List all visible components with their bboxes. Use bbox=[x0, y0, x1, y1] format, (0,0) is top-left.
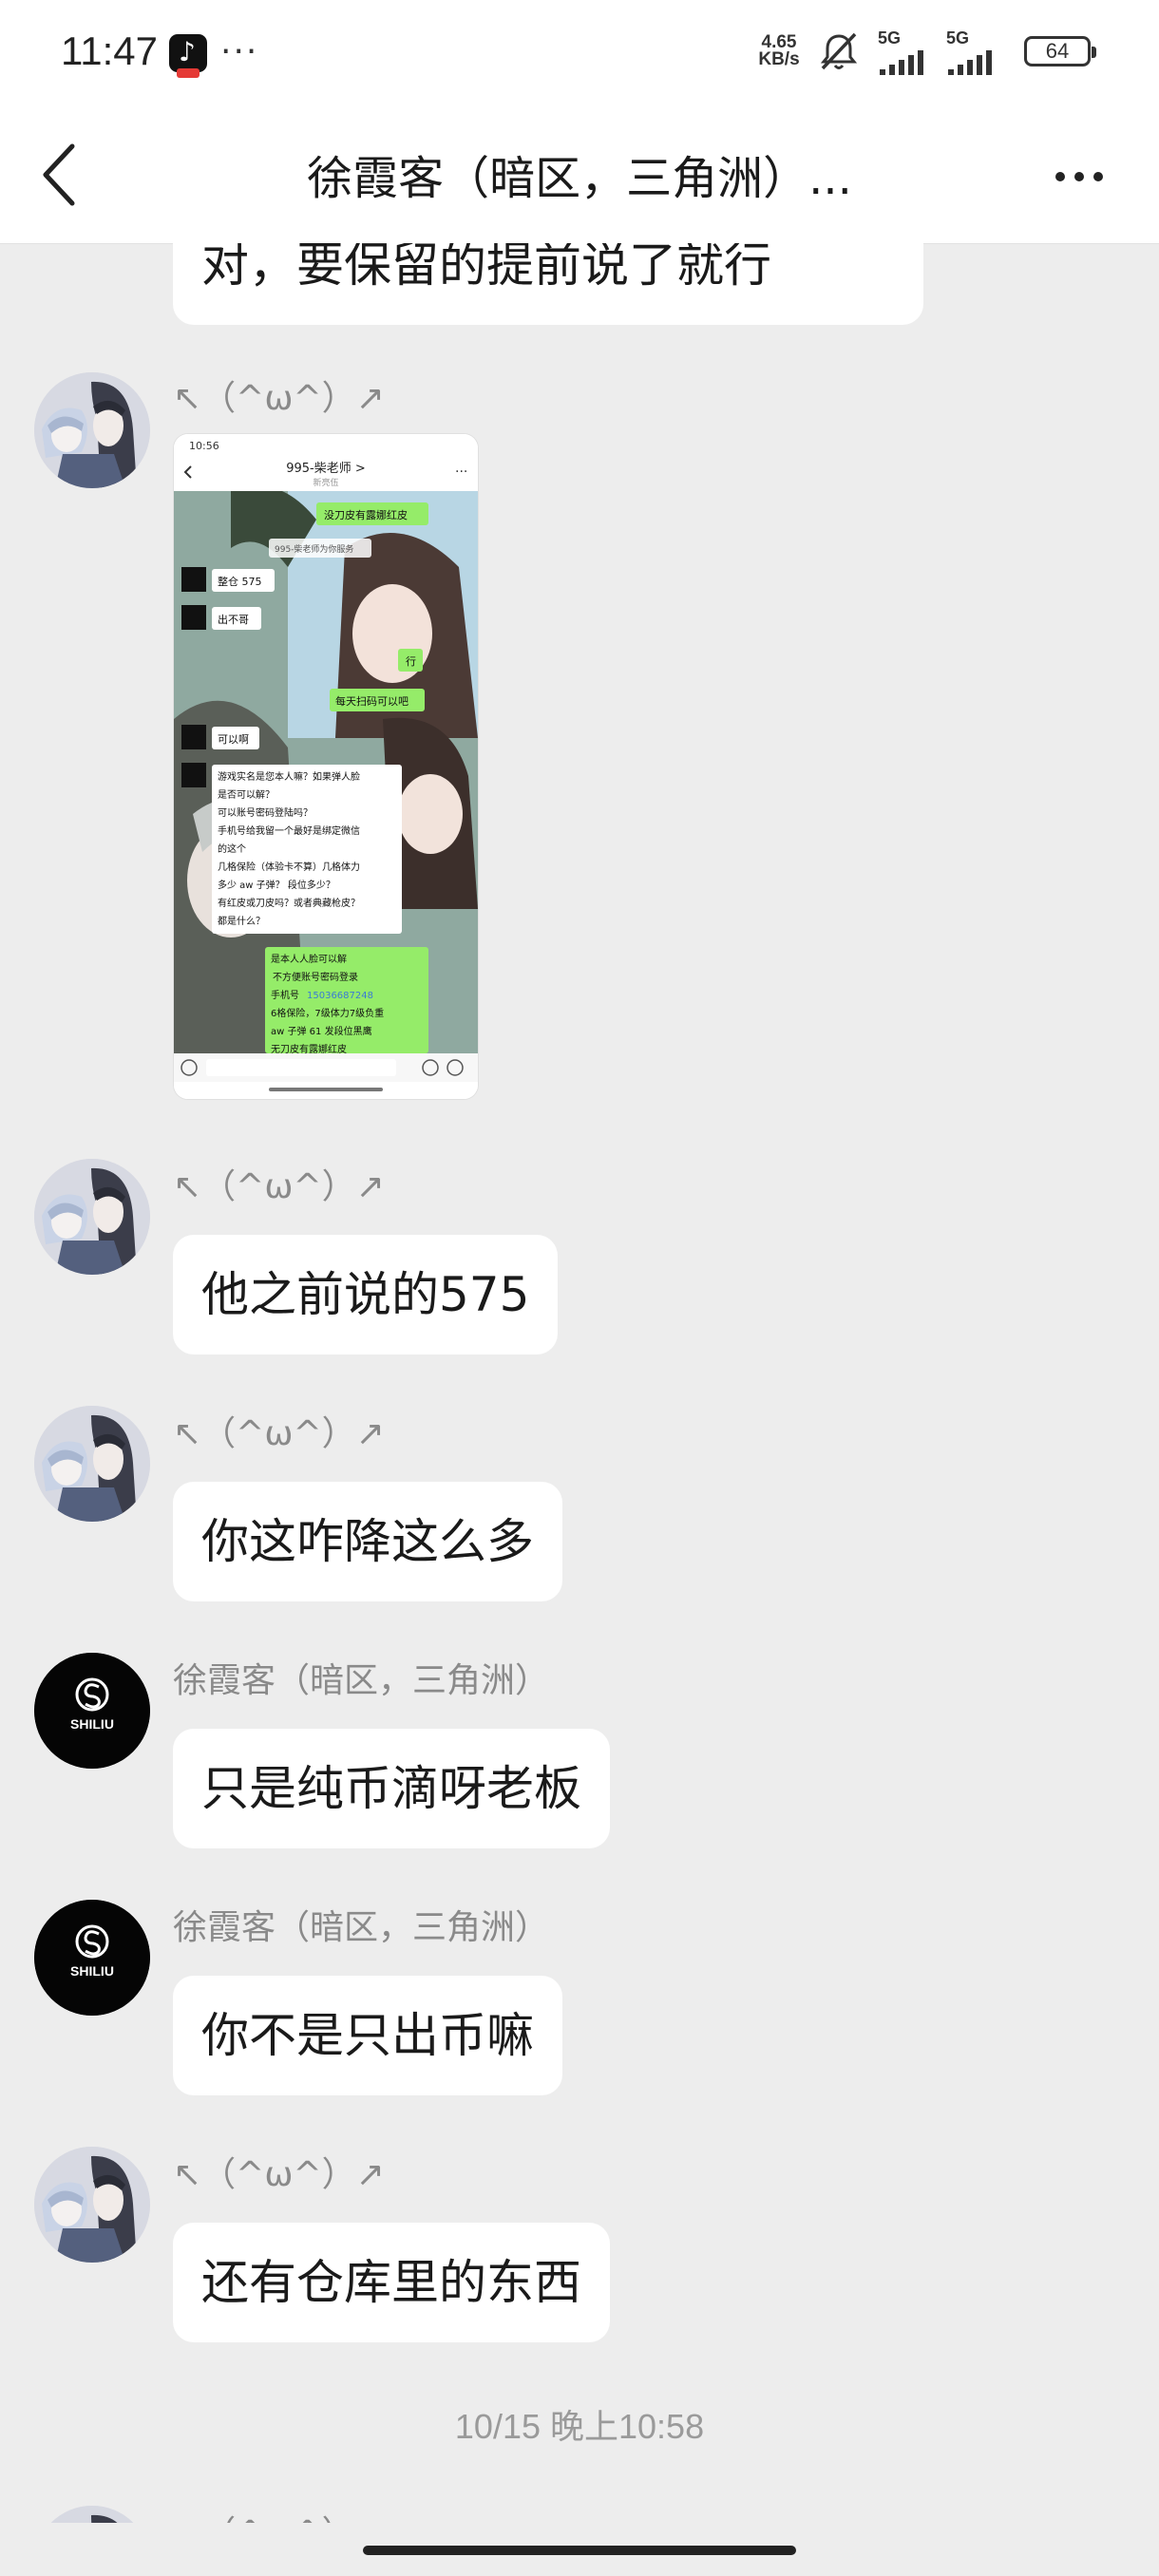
shot-line: 是否可以解？ bbox=[218, 788, 275, 801]
shot-line: 都是什么？ bbox=[218, 916, 265, 927]
shiliu-logo-icon: SHILIU bbox=[34, 1900, 150, 2016]
avatar[interactable] bbox=[34, 1159, 150, 1275]
shot-line: 的这个 bbox=[218, 843, 246, 855]
sim1-label: 5G bbox=[878, 28, 902, 47]
anime-avatar-image bbox=[34, 372, 150, 488]
sender-name: ↖（^ω^）↗ bbox=[173, 2155, 385, 2194]
avatar[interactable] bbox=[34, 1406, 150, 1522]
shot-subtitle: 新亮伍 bbox=[313, 477, 338, 488]
message-bubble[interactable]: 还有仓库里的东西 bbox=[173, 2223, 610, 2342]
shiliu-logo-icon: SHILIU bbox=[34, 1653, 150, 1769]
shot-line: 每天扫码可以吧 bbox=[335, 694, 408, 708]
avatar[interactable]: SHILIU bbox=[34, 1900, 150, 2016]
avatar[interactable]: SHILIU bbox=[34, 1653, 150, 1769]
shot-line: 是本人人脸可以解 bbox=[271, 953, 347, 965]
signal-bars-icon bbox=[880, 50, 923, 75]
back-arrow-icon[interactable] bbox=[34, 137, 110, 213]
shot-line: 出不哥 bbox=[218, 613, 249, 626]
anime-avatar-image bbox=[34, 1406, 150, 1522]
sim2-label: 5G bbox=[946, 28, 970, 47]
tiktok-app-icon: ♪ bbox=[169, 34, 207, 78]
message-bubble[interactable]: 对，要保留的提前说了就行 bbox=[173, 243, 923, 325]
avatar[interactable] bbox=[34, 372, 150, 488]
sender-name: ↖（^ω^）↗ bbox=[173, 1167, 385, 1206]
message-bubble[interactable]: 只是纯币滴呀老板 bbox=[173, 1729, 610, 1848]
message-bubble[interactable]: 你不是只出币嘛 bbox=[173, 1976, 562, 2095]
shot-line: 995-柴老师为你服务 bbox=[275, 543, 353, 555]
shot-line: 15036687248 bbox=[307, 991, 373, 1001]
shot-time: 10:56 bbox=[189, 440, 219, 452]
shot-title: 995-柴老师 > bbox=[286, 462, 366, 476]
sim2-signal-icon: 5G bbox=[946, 28, 1013, 81]
shot-line: 游戏实名是您本人嘛？如果弹人脸 bbox=[218, 770, 360, 783]
anime-avatar-image bbox=[34, 2506, 150, 2523]
image-message[interactable]: 10:56 995-柴老师 > 新亮伍 ··· 没刀皮有露娜红皮 995-柴老师… bbox=[173, 433, 479, 1100]
status-time: 11:47 bbox=[61, 28, 158, 73]
avatar[interactable] bbox=[34, 2506, 150, 2523]
shot-line: 多少 aw 子弹？ 段位多少？ bbox=[218, 879, 335, 891]
shot-line: 没刀皮有露娜红皮 bbox=[324, 508, 408, 521]
sender-name: ↖（^ω^）↗ bbox=[173, 2506, 385, 2523]
message-bubble[interactable]: 他之前说的575 bbox=[173, 1235, 559, 1354]
chat-title[interactable]: 徐霞客（暗区，三角洲）... bbox=[190, 141, 969, 207]
shot-line: aw 子弹 61 发段位黑鹰 bbox=[271, 1025, 372, 1037]
logo-text: SHILIU bbox=[70, 1963, 114, 1979]
shot-more: ··· bbox=[455, 464, 467, 480]
network-speed-unit: KB/s bbox=[758, 49, 800, 69]
shot-line: 6格保险，7级体力7级负重 bbox=[271, 1007, 384, 1019]
logo-text: SHILIU bbox=[70, 1716, 114, 1732]
message-list[interactable]: 对，要保留的提前说了就行 ↖（^ω^）↗ 10:56 995-柴老师 > 新亮伍… bbox=[0, 243, 1159, 2523]
shot-line: 可以啊 bbox=[218, 733, 249, 746]
signal-bars-icon bbox=[948, 50, 992, 75]
sim1-signal-icon: 5G bbox=[878, 28, 944, 81]
chat-screenshot-image: 10:56 995-柴老师 > 新亮伍 ··· 没刀皮有露娜红皮 995-柴老师… bbox=[174, 434, 478, 1099]
sender-name: 徐霞客（暗区，三角洲） bbox=[173, 1908, 550, 1947]
battery-icon: 64 bbox=[1024, 36, 1096, 66]
shot-line: 几格保险（体验卡不算）几格体力 bbox=[218, 861, 360, 873]
mute-icon bbox=[820, 32, 858, 70]
shot-line: 行 bbox=[406, 655, 416, 668]
shot-line: 有红皮或刀皮吗？或者典藏枪皮？ bbox=[218, 897, 360, 909]
sender-name: ↖（^ω^）↗ bbox=[173, 379, 385, 418]
more-dots-icon[interactable] bbox=[1045, 139, 1121, 215]
shot-line: 不方便账号密码登录 bbox=[273, 971, 358, 983]
message-bubble[interactable]: 你这咋降这么多 bbox=[173, 1482, 562, 1601]
home-indicator[interactable] bbox=[363, 2546, 796, 2555]
shot-line: 可以账号密码登陆吗？ bbox=[218, 806, 313, 819]
status-more: ··· bbox=[220, 32, 259, 71]
shot-line: 手机号给我留一个最好是绑定微信 bbox=[218, 824, 360, 837]
sender-name: ↖（^ω^）↗ bbox=[173, 1414, 385, 1453]
anime-avatar-image bbox=[34, 1159, 150, 1275]
sender-name: 徐霞客（暗区，三角洲） bbox=[173, 1661, 550, 1700]
chat-header: 徐霞客（暗区，三角洲）... bbox=[0, 104, 1159, 244]
shot-line: 整仓 575 bbox=[218, 575, 262, 588]
message-timestamp: 10/15 晚上10:58 bbox=[454, 2407, 705, 2446]
shot-line: 手机号 bbox=[271, 989, 299, 1001]
status-bar: 11:47 ♪ ··· 4.65 KB/s 5G 5G 64 bbox=[0, 0, 1159, 104]
anime-avatar-image bbox=[34, 2147, 150, 2263]
network-speed: 4.65 KB/s bbox=[750, 33, 808, 69]
avatar[interactable] bbox=[34, 2147, 150, 2263]
